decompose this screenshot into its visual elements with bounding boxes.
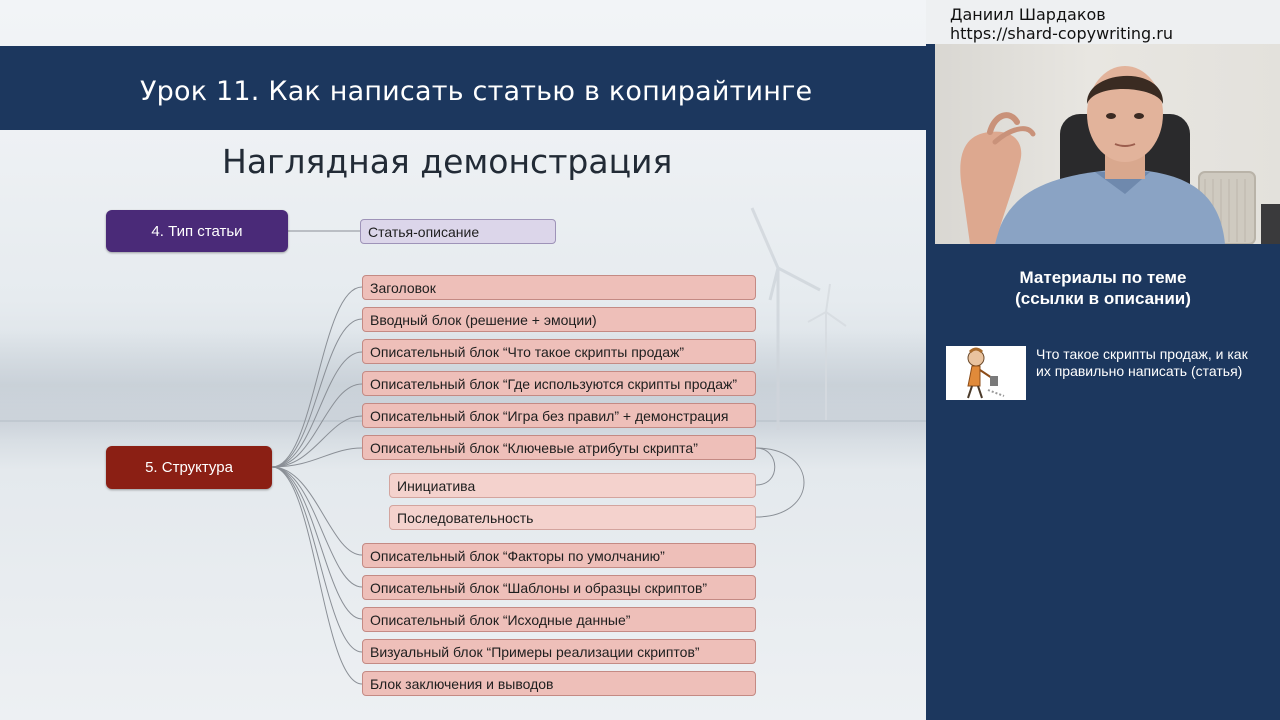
structure-item: Заголовок: [362, 275, 756, 300]
structure-item: Описательный блок “Ключевые атрибуты скр…: [362, 435, 756, 460]
structure-category-box: 5. Структура: [106, 446, 272, 489]
structure-item: Вводный блок (решение + эмоции): [362, 307, 756, 332]
materials-title-line1: Материалы по теме: [1019, 268, 1187, 287]
structure-item: Описательный блок “Шаблоны и образцы скр…: [362, 575, 756, 600]
structure-item: Визуальный блок “Примеры реализации скри…: [362, 639, 756, 664]
materials-title-line2: (ссылки в описании): [1015, 289, 1191, 308]
type-value-node: Статья-описание: [360, 219, 556, 244]
presenter-illustration: [960, 66, 1280, 244]
author-url[interactable]: https://shard-copywriting.ru: [950, 24, 1173, 43]
presenter-video: [935, 44, 1280, 244]
slide: Урок 11. Как написать статью в копирайти…: [0, 0, 926, 720]
structure-item: Описательный блок “Что такое скрипты про…: [362, 339, 756, 364]
cartoon-man-icon: [967, 347, 1005, 399]
type-category-box: 4. Тип статьи: [106, 210, 288, 252]
materials-title: Материалы по теме (ссылки в описании): [926, 267, 1280, 309]
author-strip: Даниил Шардаков https://shard-copywritin…: [926, 0, 1280, 44]
structure-subitem: Инициатива: [389, 473, 756, 498]
structure-item: Описательный блок “Исходные данные”: [362, 607, 756, 632]
author-name: Даниил Шардаков: [950, 5, 1106, 24]
side-panel: Даниил Шардаков https://shard-copywritin…: [926, 0, 1280, 720]
structure-subitem: Последовательность: [389, 505, 756, 530]
structure-item: Блок заключения и выводов: [362, 671, 756, 696]
article-thumbnail[interactable]: [946, 346, 1026, 400]
structure-item: Описательный блок “Где используются скри…: [362, 371, 756, 396]
structure-item: Описательный блок “Игра без правил” + де…: [362, 403, 756, 428]
article-link[interactable]: Что такое скрипты продаж, и как их прави…: [1036, 346, 1266, 380]
structure-item: Описательный блок “Факторы по умолчанию”: [362, 543, 756, 568]
